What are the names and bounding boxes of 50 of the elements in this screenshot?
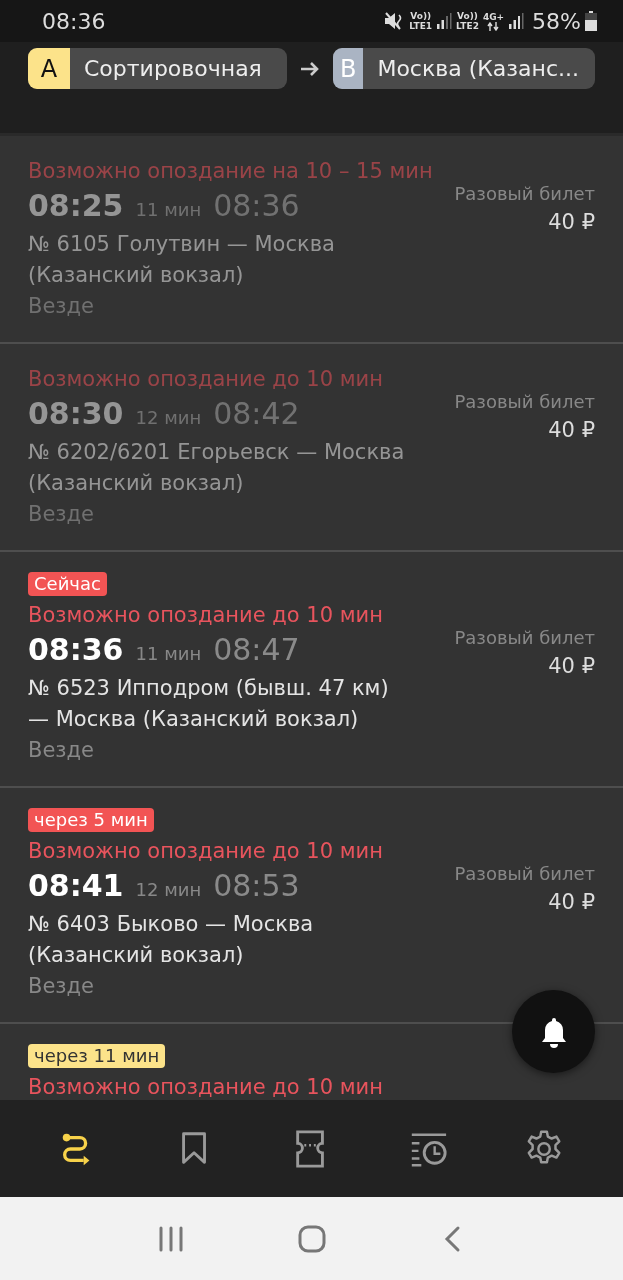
time-badge: через 5 мин (28, 808, 154, 832)
delay-warning: Возможно опоздание до 10 мин (28, 1074, 383, 1100)
train-route: № 6202/6201 Егорьевск — Москва (Казанский вокзал) (28, 439, 406, 497)
running-days: Везде (28, 735, 94, 766)
train-route: № 6105 Голутвин — Москва (Казанский вокзал) (28, 231, 336, 289)
fare-type: Разовый билет (454, 626, 595, 650)
fare-type: Разовый билет (454, 390, 595, 414)
arrival-time: 08:53 (213, 867, 300, 905)
clock: 08:36 (42, 8, 106, 34)
arrival-time: 08:47 (213, 631, 300, 669)
departure-time: 08:30 (28, 395, 124, 433)
time-badge: Сейчас (28, 572, 107, 596)
fare-type: Разовый билет (454, 182, 595, 206)
departure-time: 08:41 (28, 867, 124, 905)
running-days: Везде (28, 499, 94, 530)
transfer-arrows-icon (487, 21, 500, 31)
running-days: Везде (28, 291, 94, 322)
travel-duration: 12 мин (135, 878, 202, 902)
signal-icon (508, 12, 525, 30)
station-field[interactable]: B Москва (Казанс... (333, 48, 595, 89)
running-days: Везде (28, 971, 94, 1002)
data-label: 4G+ (482, 11, 505, 31)
battery-icon (585, 11, 597, 31)
delay-warning: Возможно опоздание до 10 мин (28, 602, 383, 629)
sim-label: Vo)) LTE1 (409, 11, 433, 31)
travel-duration: 11 мин (135, 198, 202, 222)
train-route: № 6523 Ипподром (бывш. 47 км) — Москва (Казанский вокзал) (28, 675, 390, 733)
arrival-time: 08:36 (213, 187, 300, 225)
ticket-price: 40 ₽ (548, 889, 595, 916)
departure-time: 08:25 (28, 187, 124, 225)
ticket-price: 40 ₽ (548, 417, 595, 444)
ticket-price: 40 ₽ (548, 209, 595, 236)
travel-duration: 12 мин (135, 406, 202, 430)
delay-warning: Возможно опоздание на 10 – 15 мин (28, 158, 433, 185)
ticket-price: 40 ₽ (548, 653, 595, 680)
fare-type: Разовый билет (454, 862, 595, 886)
travel-duration: 11 мин (135, 642, 202, 666)
arrival-time: 08:42 (213, 395, 300, 433)
train-route: № 6403 Быково — Москва (Казанский вокзал) (28, 911, 315, 969)
time-badge: через 11 мин (28, 1044, 166, 1068)
station-field[interactable]: A Сортировочная (28, 48, 287, 89)
signal-icon (436, 12, 453, 30)
sim-label: Vo)) LTE2 (456, 11, 479, 31)
station-letter: B (333, 48, 364, 89)
home-button[interactable] (297, 1224, 326, 1253)
battery-percent: 58% (532, 8, 581, 34)
station-letter: A (28, 48, 70, 89)
delay-warning: Возможно опоздание до 10 мин (28, 366, 383, 393)
delay-warning: Возможно опоздание до 10 мин (28, 838, 383, 865)
departure-time: 08:36 (28, 631, 124, 669)
